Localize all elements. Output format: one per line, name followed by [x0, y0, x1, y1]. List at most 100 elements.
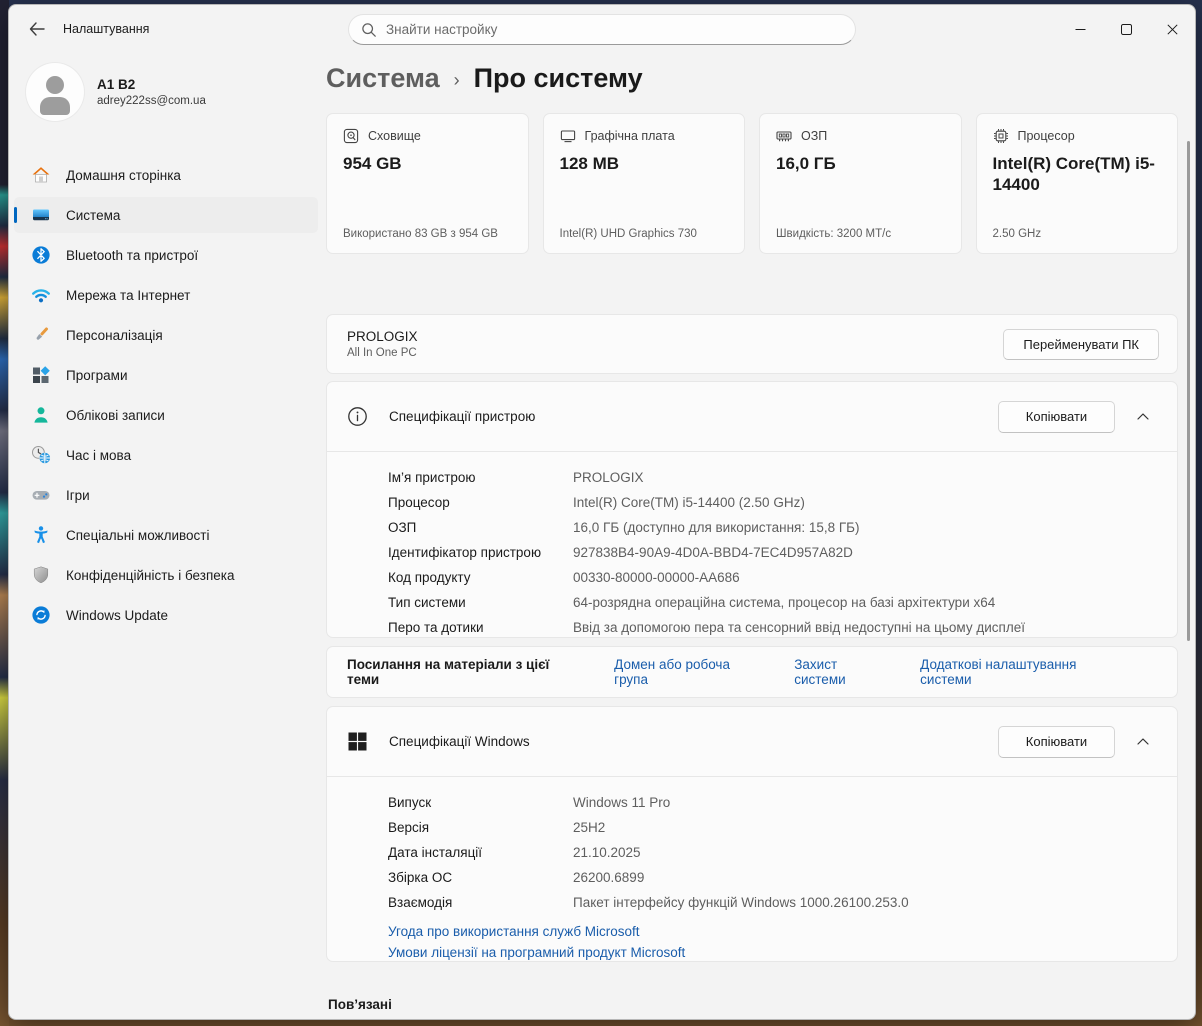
spec-value: 21.10.2025 [573, 840, 641, 865]
sidebar-item-bluetooth[interactable]: Bluetooth та пристрої [14, 237, 318, 273]
app-title: Налаштування [63, 22, 149, 36]
device-specs-rows: Ім’я пристроюPROLOGIX ПроцесорIntel(R) C… [327, 452, 1177, 640]
spec-label: Збірка ОС [388, 865, 573, 890]
collapse-windows-specs-button[interactable] [1127, 726, 1159, 758]
sidebar-item-personalization[interactable]: Персоналізація [14, 317, 318, 353]
spec-value: 26200.6899 [573, 865, 644, 890]
privacy-icon [31, 565, 51, 585]
windows-specs-rows: ВипускWindows 11 Pro Версія25H2 Дата інс… [327, 777, 1177, 915]
vertical-scrollbar[interactable] [1187, 141, 1190, 641]
spec-value: 64-розрядна операційна система, процесор… [573, 590, 995, 615]
close-icon [1167, 24, 1178, 35]
gpu-card: Графічна плата 128 MB Intel(R) UHD Graph… [543, 113, 746, 254]
storage-card: Сховище 954 GB Використано 83 GB з 954 G… [326, 113, 529, 254]
breadcrumb: Система › Про систему [326, 63, 643, 94]
related-section-heading: Пов’язані [328, 997, 392, 1012]
sidebar-item-home[interactable]: Домашня сторінка [14, 157, 318, 193]
network-icon [31, 285, 51, 305]
spec-label: Ідентифікатор пристрою [388, 540, 573, 565]
spec-row: ВипускWindows 11 Pro [388, 790, 1157, 815]
sidebar-item-accessibility[interactable]: Спеціальні можливості [14, 517, 318, 553]
storage-icon [343, 128, 359, 144]
device-specs-header[interactable]: Специфікації пристрою Копіювати [327, 382, 1177, 452]
accounts-icon [31, 405, 51, 425]
user-account[interactable]: A1 B2 adrey222ss@com.ua [9, 53, 323, 127]
sidebar-item-accounts[interactable]: Облікові записи [14, 397, 318, 433]
main-content: Система › Про систему Сховище 954 GB Вик… [326, 53, 1178, 1019]
close-button[interactable] [1149, 5, 1195, 53]
rename-pc-button[interactable]: Перейменувати ПК [1003, 329, 1159, 360]
card-detail: Використано 83 GB з 954 GB [343, 228, 498, 240]
sidebar-nav: Домашня сторінка Система Bluetooth та пр… [9, 157, 323, 633]
back-button[interactable] [21, 13, 53, 45]
card-value: 16,0 ГБ [776, 153, 945, 174]
search-box[interactable] [348, 14, 856, 45]
spec-value: Intel(R) Core(TM) i5-14400 (2.50 GHz) [573, 490, 805, 515]
spec-label: Взаємодія [388, 890, 573, 915]
minimize-button[interactable] [1057, 5, 1103, 53]
desktop: { "colors": { "accent": "#0067c0", "link… [0, 0, 1202, 1026]
card-title: ОЗП [801, 129, 827, 143]
spec-label: Процесор [388, 490, 573, 515]
card-value: 128 MB [560, 153, 729, 174]
user-name: A1 B2 [97, 77, 206, 92]
titlebar: Налаштування [9, 5, 1195, 53]
sidebar-item-apps[interactable]: Програми [14, 357, 318, 393]
sidebar-item-gaming[interactable]: Ігри [14, 477, 318, 513]
spec-row: Ідентифікатор пристрою927838B4-90A9-4D0A… [388, 540, 1157, 565]
link-advanced-system-settings[interactable]: Додаткові налаштування системи [920, 657, 1127, 687]
sidebar-item-label: Час і мова [66, 448, 131, 463]
card-value: Intel(R) Core(TM) i5-14400 [993, 153, 1162, 196]
breadcrumb-parent[interactable]: Система [326, 63, 440, 94]
spec-value: 00330-80000-00000-AA686 [573, 565, 740, 590]
time-language-icon [31, 445, 51, 465]
spec-row: Код продукту00330-80000-00000-AA686 [388, 565, 1157, 590]
sidebar-item-label: Облікові записи [66, 408, 165, 423]
sidebar-item-system[interactable]: Система [14, 197, 318, 233]
link-services-agreement[interactable]: Угода про використання служб Microsoft [388, 921, 1157, 942]
link-domain-workgroup[interactable]: Домен або робоча група [614, 657, 764, 687]
card-detail: 2.50 GHz [993, 228, 1042, 240]
related-links-bar: Посилання на матеріали з цієї теми Домен… [326, 646, 1178, 698]
sidebar-item-time-language[interactable]: Час і мова [14, 437, 318, 473]
windows-specs-title: Специфікації Windows [389, 734, 530, 749]
search-input[interactable] [386, 22, 843, 37]
spec-row: Дата інсталяції21.10.2025 [388, 840, 1157, 865]
link-license-terms[interactable]: Умови ліцензії на програмний продукт Mic… [388, 942, 1157, 963]
card-detail: Intel(R) UHD Graphics 730 [560, 228, 697, 240]
sidebar-item-label: Мережа та Інтернет [66, 288, 190, 303]
spec-row: ОЗП16,0 ГБ (доступно для використання: 1… [388, 515, 1157, 540]
overview-cards: Сховище 954 GB Використано 83 GB з 954 G… [326, 113, 1178, 254]
maximize-button[interactable] [1103, 5, 1149, 53]
copy-device-specs-button[interactable]: Копіювати [998, 401, 1115, 433]
sidebar-item-label: Ігри [66, 488, 90, 503]
sidebar: A1 B2 adrey222ss@com.ua Домашня сторінка… [9, 53, 323, 1019]
windows-specs-header[interactable]: Специфікації Windows Копіювати [327, 707, 1177, 777]
spec-value: Windows 11 Pro [573, 790, 670, 815]
system-icon [31, 205, 51, 225]
collapse-device-specs-button[interactable] [1127, 401, 1159, 433]
ram-icon [776, 128, 792, 144]
info-icon [347, 406, 368, 427]
sidebar-item-label: Персоналізація [66, 328, 163, 343]
spec-label: Випуск [388, 790, 573, 815]
back-arrow-icon [29, 22, 45, 36]
copy-windows-specs-button[interactable]: Копіювати [998, 726, 1115, 758]
ram-card: ОЗП 16,0 ГБ Швидкість: 3200 МТ/с [759, 113, 962, 254]
sidebar-item-windows-update[interactable]: Windows Update [14, 597, 318, 633]
personalization-icon [31, 325, 51, 345]
sidebar-item-label: Windows Update [66, 608, 168, 623]
spec-value: 16,0 ГБ (доступно для використання: 15,8… [573, 515, 860, 540]
sidebar-item-privacy[interactable]: Конфіденційність і безпека [14, 557, 318, 593]
device-name-card: PROLOGIX All In One PC Перейменувати ПК [326, 314, 1178, 374]
card-detail: Швидкість: 3200 МТ/с [776, 228, 891, 240]
bluetooth-icon [31, 245, 51, 265]
spec-label: Перо та дотики [388, 615, 573, 640]
spec-value: 927838B4-90A9-4D0A-BBD4-7EC4D957A82D [573, 540, 853, 565]
spec-row: Ім’я пристроюPROLOGIX [388, 465, 1157, 490]
sidebar-item-network[interactable]: Мережа та Інтернет [14, 277, 318, 313]
spec-label: Версія [388, 815, 573, 840]
spec-row: Версія25H2 [388, 815, 1157, 840]
link-system-protection[interactable]: Захист системи [794, 657, 890, 687]
gpu-icon [560, 128, 576, 144]
